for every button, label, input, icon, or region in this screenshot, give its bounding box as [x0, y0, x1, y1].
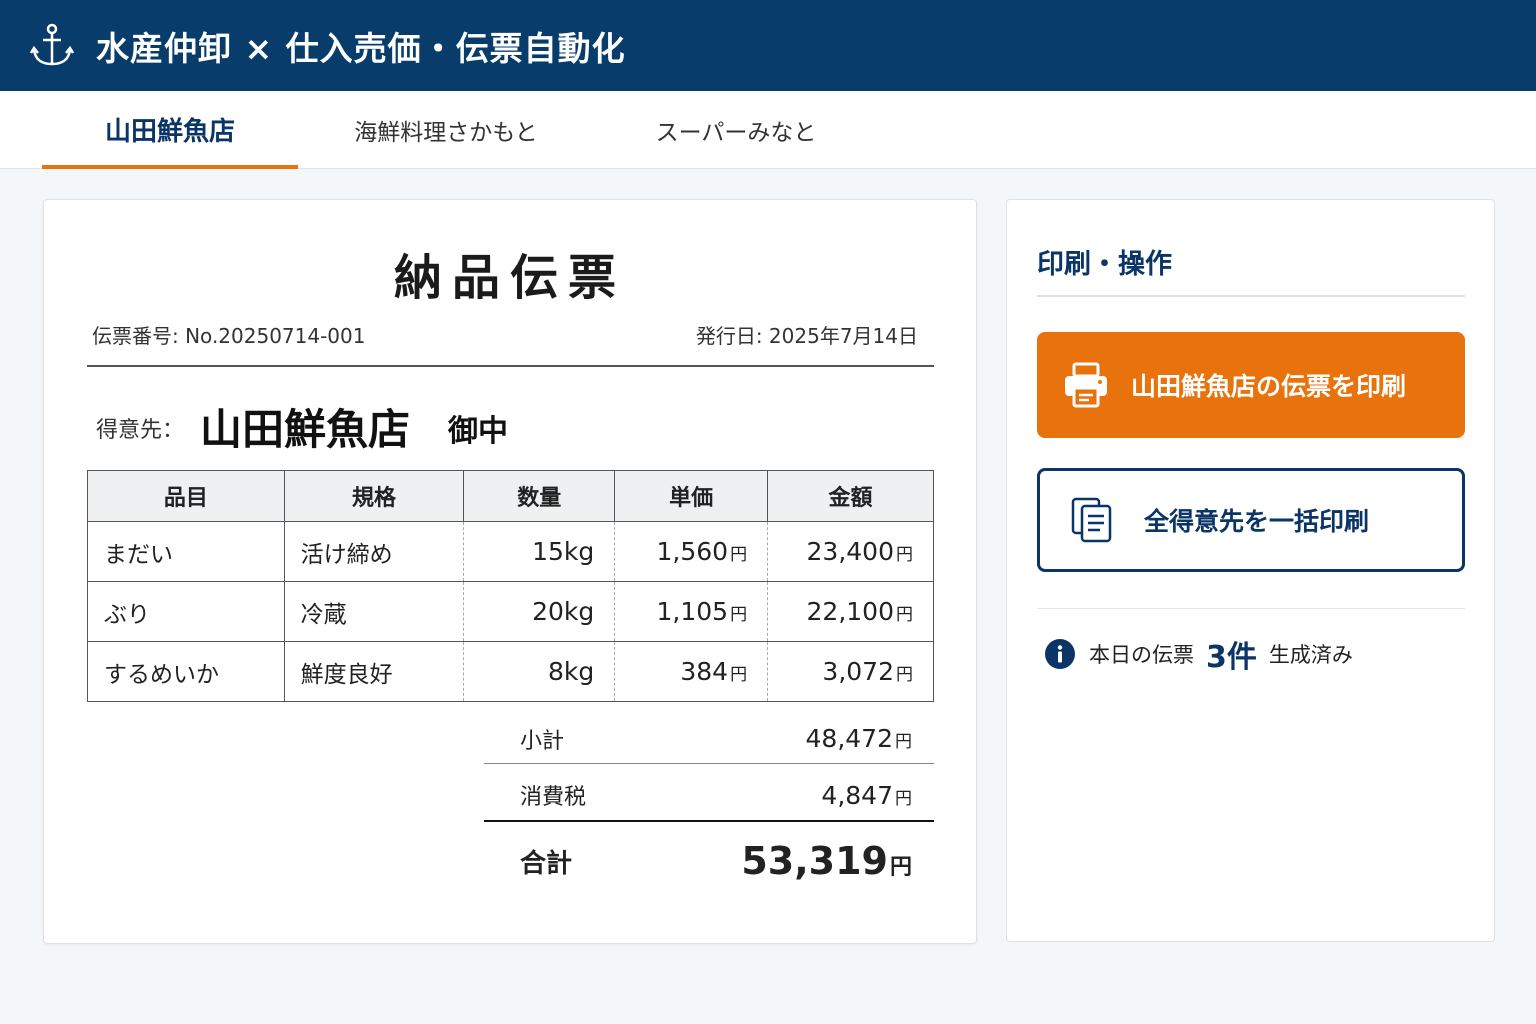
slip-number: 伝票番号: No.20250714-001	[92, 324, 366, 348]
column-header: 規格	[283, 470, 465, 522]
table-row: まだい 活け締め 15kg 1,560 円 23,400 円	[87, 521, 934, 582]
yen-unit: 円	[896, 545, 913, 565]
slip-title: 納品伝票	[393, 250, 626, 306]
info-count: 3件	[1206, 640, 1257, 675]
divider	[87, 365, 934, 367]
column-header: 金額	[767, 470, 934, 522]
documents-icon	[1071, 497, 1112, 543]
item-spec: 活け締め	[283, 521, 465, 582]
items-table: 品目 規格 数量 単価 金額 まだい 活け締め 15kg 1,560 円 23,4…	[87, 470, 934, 702]
column-header: 数量	[463, 470, 616, 522]
anchor-icon	[29, 23, 75, 65]
print-all-label: 全得意先を一括印刷	[1144, 508, 1370, 536]
panel-title: 印刷・操作	[1037, 249, 1172, 280]
item-qty: 15kg	[463, 521, 616, 582]
yen-unit: 円	[896, 605, 913, 625]
item-price-cell: 1,560 円	[614, 521, 769, 582]
item-price-cell: 1,105 円	[614, 581, 769, 642]
item-amount: 22,100	[806, 597, 894, 626]
column-header: 単価	[614, 470, 769, 522]
item-spec: 冷蔵	[283, 581, 465, 642]
table-row: ぶり 冷蔵 20kg 1,105 円 22,100 円	[87, 581, 934, 642]
customer-label: 得意先：	[96, 418, 185, 443]
print-all-button[interactable]: 全得意先を一括印刷	[1037, 468, 1465, 572]
print-slip-label: 山田鮮魚店の伝票を印刷	[1131, 373, 1407, 401]
total-row: 合計 53,319円	[484, 828, 934, 894]
item-spec: 鮮度良好	[283, 641, 465, 702]
column-header: 品目	[87, 470, 285, 522]
item-amount-cell: 22,100 円	[767, 581, 934, 642]
table-header-row: 品目 規格 数量 単価 金額	[87, 470, 934, 522]
divider	[1037, 295, 1465, 297]
item-price: 1,105	[656, 597, 729, 626]
item-name: するめいか	[87, 641, 285, 702]
item-amount-cell: 23,400 円	[767, 521, 934, 582]
yen-unit: 円	[730, 665, 748, 685]
tab-sakamoto[interactable]: 海鮮料理さかもと	[298, 91, 594, 168]
slip-count-info: 本日の伝票 3件 生成済み	[1045, 632, 1353, 676]
item-amount-cell: 3,072 円	[767, 641, 934, 702]
item-name: ぶり	[87, 581, 285, 642]
table-row: するめいか 鮮度良好 8kg 384 円 3,072 円	[87, 641, 934, 702]
total-value: 53,319	[741, 839, 888, 883]
info-suffix: 生成済み	[1268, 643, 1353, 667]
tax-label: 消費税	[520, 785, 587, 810]
yen-unit: 円	[889, 855, 912, 880]
yen-unit: 円	[730, 605, 748, 625]
total-label: 合計	[520, 848, 573, 879]
info-prefix: 本日の伝票	[1089, 643, 1194, 667]
delivery-slip: 納品伝票 伝票番号: No.20250714-001 発行日: 2025年7月1…	[43, 199, 977, 944]
item-price: 1,560	[656, 537, 729, 566]
yen-unit: 円	[895, 788, 912, 809]
subtotal-label: 小計	[520, 728, 565, 754]
customer-tabs: 山田鮮魚店 海鮮料理さかもと スーパーみなと	[0, 91, 1536, 169]
print-panel: 印刷・操作 山田鮮魚店の伝票を印刷 全得意先を一括印刷 本日の伝票 3件 生成済…	[1006, 199, 1495, 942]
yen-unit: 円	[895, 732, 912, 752]
app-header: 水産仲卸 × 仕入売価・伝票自動化	[0, 0, 1536, 91]
tax-value: 4,847	[821, 780, 893, 810]
customer-suffix: 御中	[448, 414, 508, 449]
item-qty: 8kg	[463, 641, 616, 702]
divider	[1037, 608, 1465, 609]
subtotal-row: 小計 48,472 円	[484, 714, 934, 764]
printer-icon	[1065, 362, 1107, 408]
item-qty: 20kg	[463, 581, 616, 642]
item-price-cell: 384 円	[614, 641, 769, 702]
tab-minato[interactable]: スーパーみなと	[594, 91, 878, 168]
app-title: 水産仲卸 × 仕入売価・伝票自動化	[96, 28, 626, 68]
item-amount: 3,072	[822, 657, 894, 686]
tax-row: 消費税 4,847 円	[484, 770, 934, 822]
item-name: まだい	[87, 521, 285, 582]
info-icon	[1045, 639, 1075, 669]
customer-name: 山田鮮魚店	[200, 405, 411, 454]
item-amount: 23,400	[806, 537, 894, 566]
item-price: 384	[680, 657, 729, 686]
subtotal-value: 48,472	[805, 724, 893, 753]
slip-date: 発行日: 2025年7月14日	[695, 324, 918, 348]
yen-unit: 円	[730, 545, 748, 565]
yen-unit: 円	[896, 665, 913, 685]
print-slip-button[interactable]: 山田鮮魚店の伝票を印刷	[1037, 332, 1465, 438]
tab-yamada[interactable]: 山田鮮魚店	[42, 91, 298, 169]
